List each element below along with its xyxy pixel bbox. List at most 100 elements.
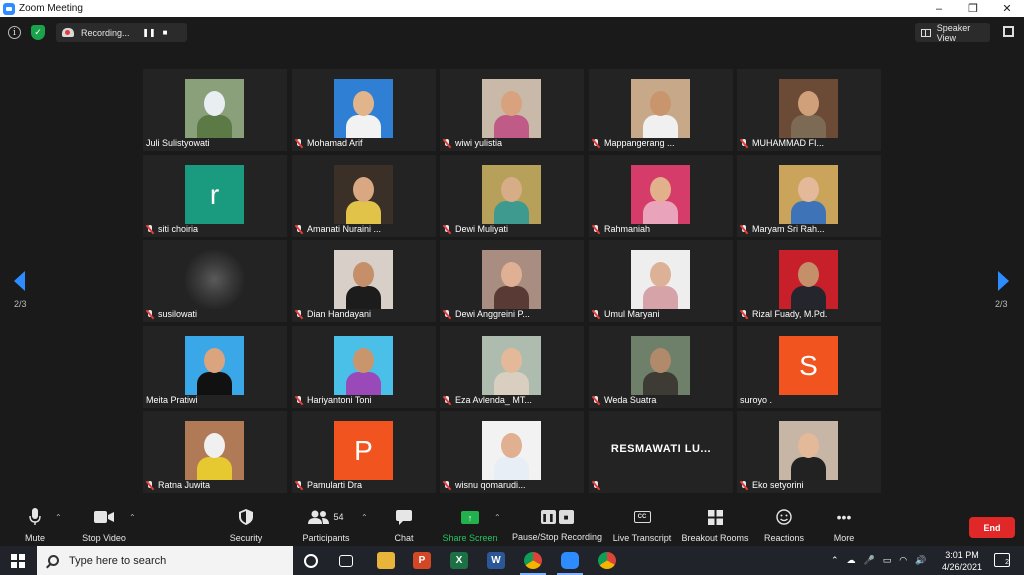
encryption-shield-icon[interactable]: ✓ bbox=[31, 25, 45, 40]
participant-name: wiwi yulistia bbox=[455, 138, 503, 148]
participant-tile[interactable]: Hariyantoni Toni bbox=[292, 326, 436, 408]
muted-mic-icon bbox=[740, 138, 748, 148]
maximize-button[interactable]: ❐ bbox=[956, 0, 990, 17]
powerpoint-icon[interactable]: P bbox=[413, 552, 431, 569]
muted-mic-icon bbox=[443, 224, 451, 234]
wifi-icon[interactable]: ◠ bbox=[899, 555, 907, 566]
participant-tile[interactable]: r siti choiria bbox=[143, 155, 287, 237]
next-page-arrow-icon[interactable] bbox=[998, 271, 1009, 291]
file-explorer-icon[interactable] bbox=[377, 552, 395, 569]
participant-tile[interactable]: Ssuroyo . bbox=[737, 326, 881, 408]
participant-name: Dewi Anggreini P... bbox=[455, 309, 530, 319]
participant-tile[interactable]: P Pamularti Dra bbox=[292, 411, 436, 493]
minimize-button[interactable]: – bbox=[922, 0, 956, 17]
participant-tile[interactable]: Dewi Muliyati bbox=[440, 155, 584, 237]
participant-tile[interactable]: Juli Sulistyowati bbox=[143, 69, 287, 151]
participant-tile[interactable]: susilowati bbox=[143, 240, 287, 322]
participant-tile[interactable]: Mappangerang ... bbox=[589, 69, 733, 151]
participant-video bbox=[482, 421, 541, 480]
participants-button[interactable]: 54 Participants bbox=[300, 507, 352, 545]
speaker-view-button[interactable]: Speaker View bbox=[915, 23, 990, 43]
excel-icon[interactable]: X bbox=[450, 552, 468, 569]
pause-stop-recording-label: Pause/Stop Recording bbox=[511, 532, 603, 542]
chat-button[interactable]: Chat bbox=[390, 507, 418, 545]
task-view-icon[interactable] bbox=[339, 555, 353, 567]
muted-mic-icon bbox=[443, 138, 451, 148]
onedrive-cloud-icon[interactable]: ☁ bbox=[847, 555, 856, 566]
mute-button[interactable]: Mute bbox=[18, 507, 52, 545]
meeting-topbar: i ✓ Recording... ❚❚ ■ Speaker View bbox=[0, 17, 1024, 47]
fullscreen-icon[interactable] bbox=[1003, 26, 1014, 37]
reactions-button[interactable]: Reactions bbox=[764, 507, 804, 545]
participant-tile[interactable]: MUHAMMAD FI... bbox=[737, 69, 881, 151]
participant-name: Juli Sulistyowati bbox=[146, 138, 210, 148]
participant-tile[interactable]: wiwi yulistia bbox=[440, 69, 584, 151]
muted-mic-icon bbox=[146, 224, 154, 234]
share-screen-button[interactable]: ↑ Share Screen bbox=[442, 507, 498, 545]
participant-tile[interactable]: Umul Maryani bbox=[589, 240, 733, 322]
window-controls: – ❐ ✕ bbox=[922, 0, 1024, 17]
participant-tile[interactable]: Rahmaniah bbox=[589, 155, 733, 237]
prev-page-arrow-icon[interactable] bbox=[14, 271, 25, 291]
live-transcript-button[interactable]: CC Live Transcript bbox=[613, 507, 671, 545]
participant-name: siti choiria bbox=[158, 224, 199, 234]
battery-icon[interactable]: ▭ bbox=[883, 555, 892, 566]
audio-options-caret-icon[interactable]: ⌃ bbox=[55, 513, 62, 522]
zoom-taskbar-icon[interactable] bbox=[557, 552, 583, 575]
meeting-info-icon[interactable]: i bbox=[8, 26, 21, 39]
security-button[interactable]: Security bbox=[226, 507, 266, 545]
pause-stop-recording-button[interactable]: ❚❚ ■ Pause/Stop Recording bbox=[512, 507, 602, 545]
video-camera-icon bbox=[94, 507, 114, 527]
participant-name-label: wiwi yulistia bbox=[443, 137, 502, 149]
participant-name-label: Eko setyorini bbox=[740, 479, 804, 491]
participant-name: Mappangerang ... bbox=[604, 138, 675, 148]
taskbar-search-box[interactable]: Type here to search bbox=[37, 546, 293, 575]
participant-letter-avatar: P bbox=[334, 421, 393, 480]
participant-tile[interactable]: Eza Avlenda_ MT... bbox=[440, 326, 584, 408]
page-indicator-right: 2/3 bbox=[995, 299, 1008, 309]
participant-tile[interactable]: Dian Handayani bbox=[292, 240, 436, 322]
participant-tile[interactable]: Eko setyorini bbox=[737, 411, 881, 493]
taskbar-clock[interactable]: 3:01 PM 4/26/2021 bbox=[936, 549, 988, 573]
breakout-rooms-button[interactable]: Breakout Rooms bbox=[681, 507, 749, 545]
stop-video-button[interactable]: Stop Video bbox=[78, 507, 130, 545]
participant-tile[interactable]: Dewi Anggreini P... bbox=[440, 240, 584, 322]
muted-mic-icon bbox=[295, 309, 303, 319]
participant-tile[interactable]: wisnu qomarudi... bbox=[440, 411, 584, 493]
muted-mic-icon bbox=[592, 224, 600, 234]
windows-start-icon[interactable] bbox=[11, 554, 25, 568]
video-options-caret-icon[interactable]: ⌃ bbox=[129, 513, 136, 522]
participant-name-label: Maryam Sri Rah... bbox=[740, 223, 825, 235]
participant-tile[interactable]: Amanati Nuraini ... bbox=[292, 155, 436, 237]
participant-tile[interactable]: Weda Suatra bbox=[589, 326, 733, 408]
tray-microphone-icon[interactable]: 🎤 bbox=[864, 555, 875, 566]
tray-expand-icon[interactable]: ⌃ bbox=[831, 555, 839, 566]
window-titlebar: Zoom Meeting – ❐ ✕ bbox=[0, 0, 1024, 17]
participants-caret-icon[interactable]: ⌃ bbox=[361, 513, 368, 522]
participant-tile[interactable]: Maryam Sri Rah... bbox=[737, 155, 881, 237]
chrome-icon[interactable] bbox=[520, 552, 546, 575]
participant-tile[interactable]: Mohamad Arif bbox=[292, 69, 436, 151]
cortana-icon[interactable] bbox=[304, 554, 318, 568]
notification-center-icon[interactable]: 2 bbox=[994, 553, 1010, 567]
muted-mic-icon bbox=[443, 480, 451, 490]
participant-tile[interactable]: Meita Pratiwi bbox=[143, 326, 287, 408]
participant-name-label: MUHAMMAD FI... bbox=[740, 137, 824, 149]
participant-tile[interactable]: RESMAWATI LU... bbox=[589, 411, 733, 493]
muted-mic-icon bbox=[592, 138, 600, 148]
participant-name-label: Dewi Muliyati bbox=[443, 223, 508, 235]
end-meeting-button[interactable]: End bbox=[969, 517, 1015, 538]
participant-tile[interactable]: Ratna Juwita bbox=[143, 411, 287, 493]
word-icon[interactable]: W bbox=[487, 552, 505, 569]
close-button[interactable]: ✕ bbox=[990, 0, 1024, 17]
participant-tile[interactable]: Rizal Fuady, M.Pd. bbox=[737, 240, 881, 322]
share-options-caret-icon[interactable]: ⌃ bbox=[494, 513, 501, 522]
volume-icon[interactable]: 🔊 bbox=[915, 555, 926, 566]
more-label: More bbox=[833, 533, 855, 543]
pause-recording-icon[interactable]: ❚❚ bbox=[141, 28, 157, 37]
more-button[interactable]: ••• More bbox=[830, 507, 858, 545]
stop-recording-icon[interactable]: ■ bbox=[157, 28, 173, 37]
participant-name-label: Juli Sulistyowati bbox=[146, 137, 210, 149]
chrome-profile-icon[interactable] bbox=[598, 552, 616, 569]
participants-icon: 54 bbox=[308, 507, 344, 527]
